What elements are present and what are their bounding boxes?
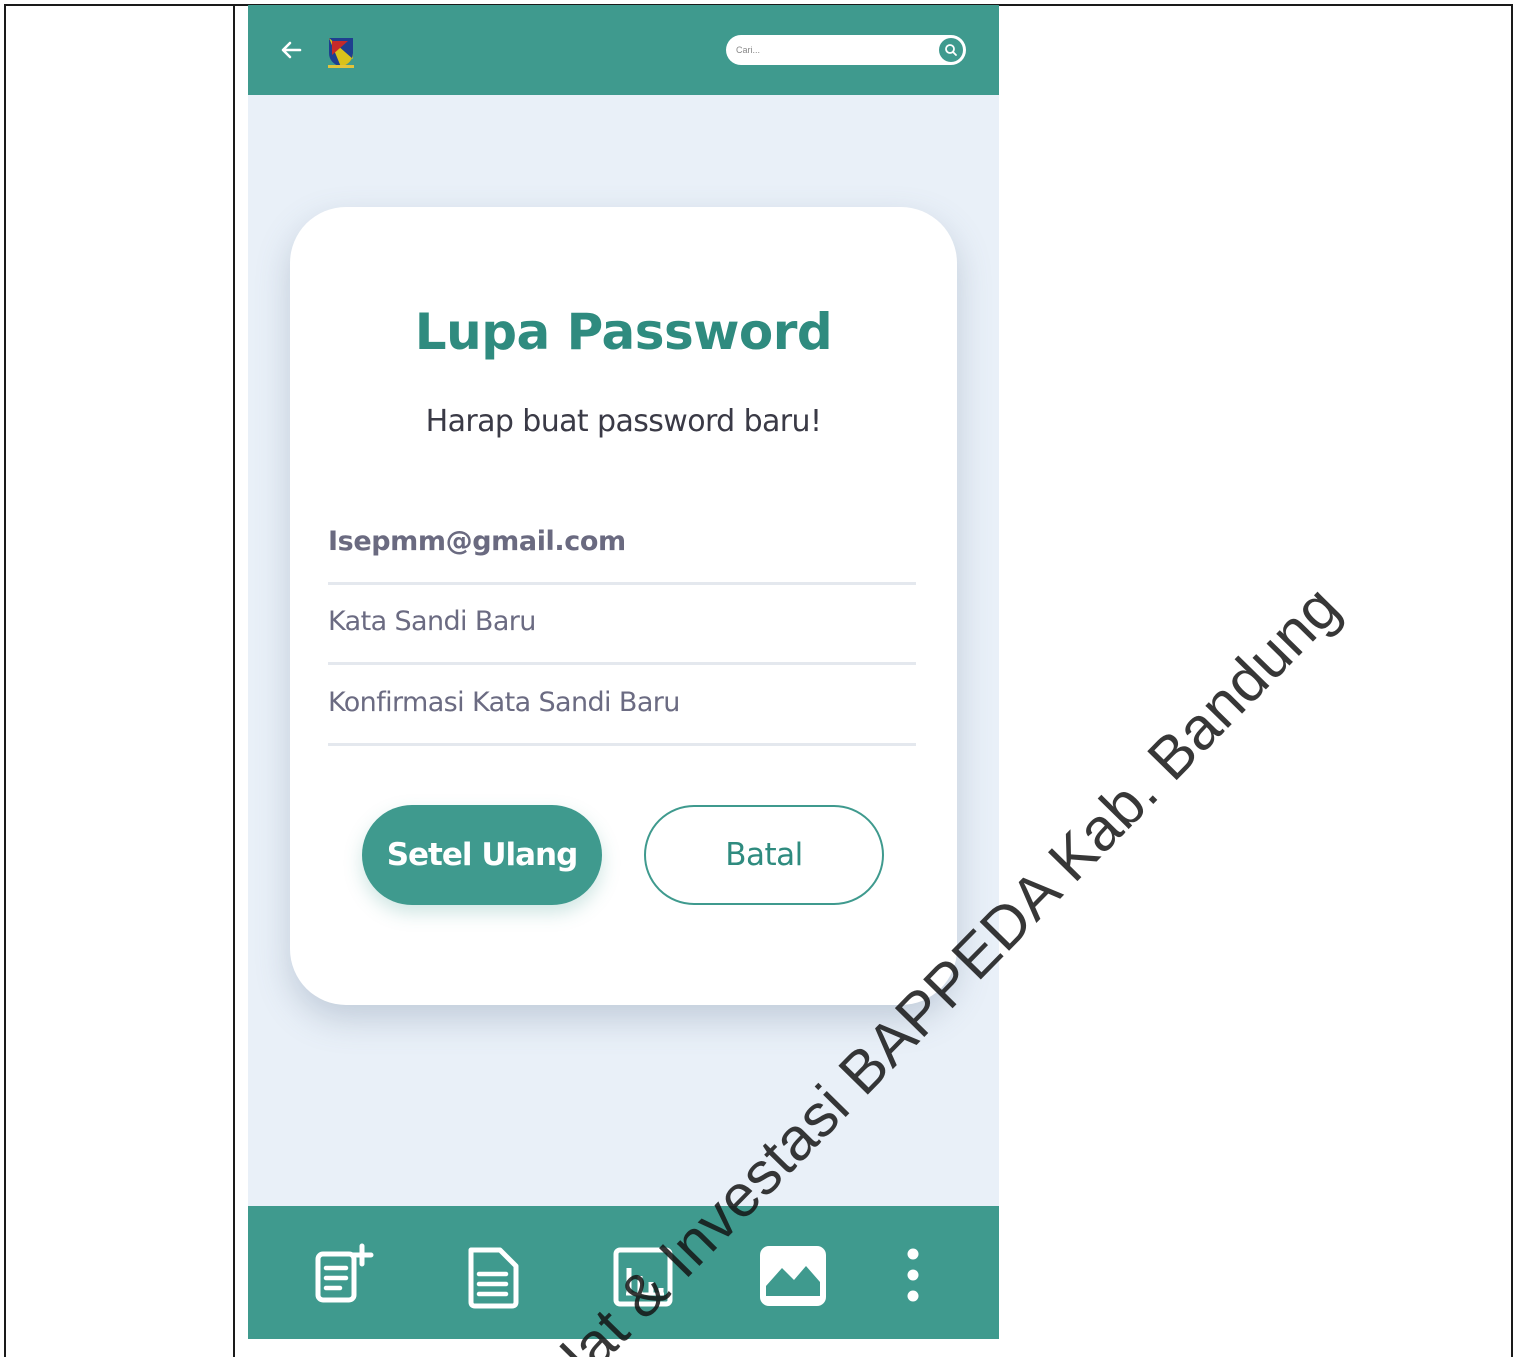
search-bar bbox=[726, 35, 966, 65]
search-icon bbox=[945, 44, 957, 56]
image-icon[interactable] bbox=[758, 1242, 828, 1312]
new-password-field-wrapper bbox=[328, 585, 916, 665]
back-arrow-icon[interactable] bbox=[278, 39, 304, 61]
forgot-password-card: Lupa Password Harap buat password baru! … bbox=[290, 207, 957, 1005]
email-field[interactable] bbox=[328, 519, 916, 563]
top-app-bar bbox=[248, 5, 999, 95]
reset-button[interactable]: Setel Ulang bbox=[362, 805, 602, 905]
new-password-field[interactable] bbox=[328, 599, 916, 643]
search-input[interactable] bbox=[736, 40, 926, 60]
email-field-wrapper bbox=[328, 505, 916, 585]
kabupaten-logo-icon bbox=[328, 38, 354, 68]
page-title: Lupa Password bbox=[414, 303, 833, 361]
document-icon[interactable] bbox=[458, 1242, 528, 1312]
confirm-password-field[interactable] bbox=[328, 680, 916, 724]
mobile-screen: Lupa Password Harap buat password baru! … bbox=[248, 5, 999, 1339]
table-column-divider bbox=[233, 4, 235, 1357]
search-button[interactable] bbox=[939, 38, 963, 62]
confirm-password-field-wrapper bbox=[328, 666, 916, 746]
add-document-icon[interactable] bbox=[310, 1242, 380, 1312]
more-vertical-icon[interactable] bbox=[878, 1242, 948, 1312]
cancel-button[interactable]: Batal bbox=[644, 805, 884, 905]
page-subtitle: Harap buat password baru! bbox=[425, 404, 822, 439]
